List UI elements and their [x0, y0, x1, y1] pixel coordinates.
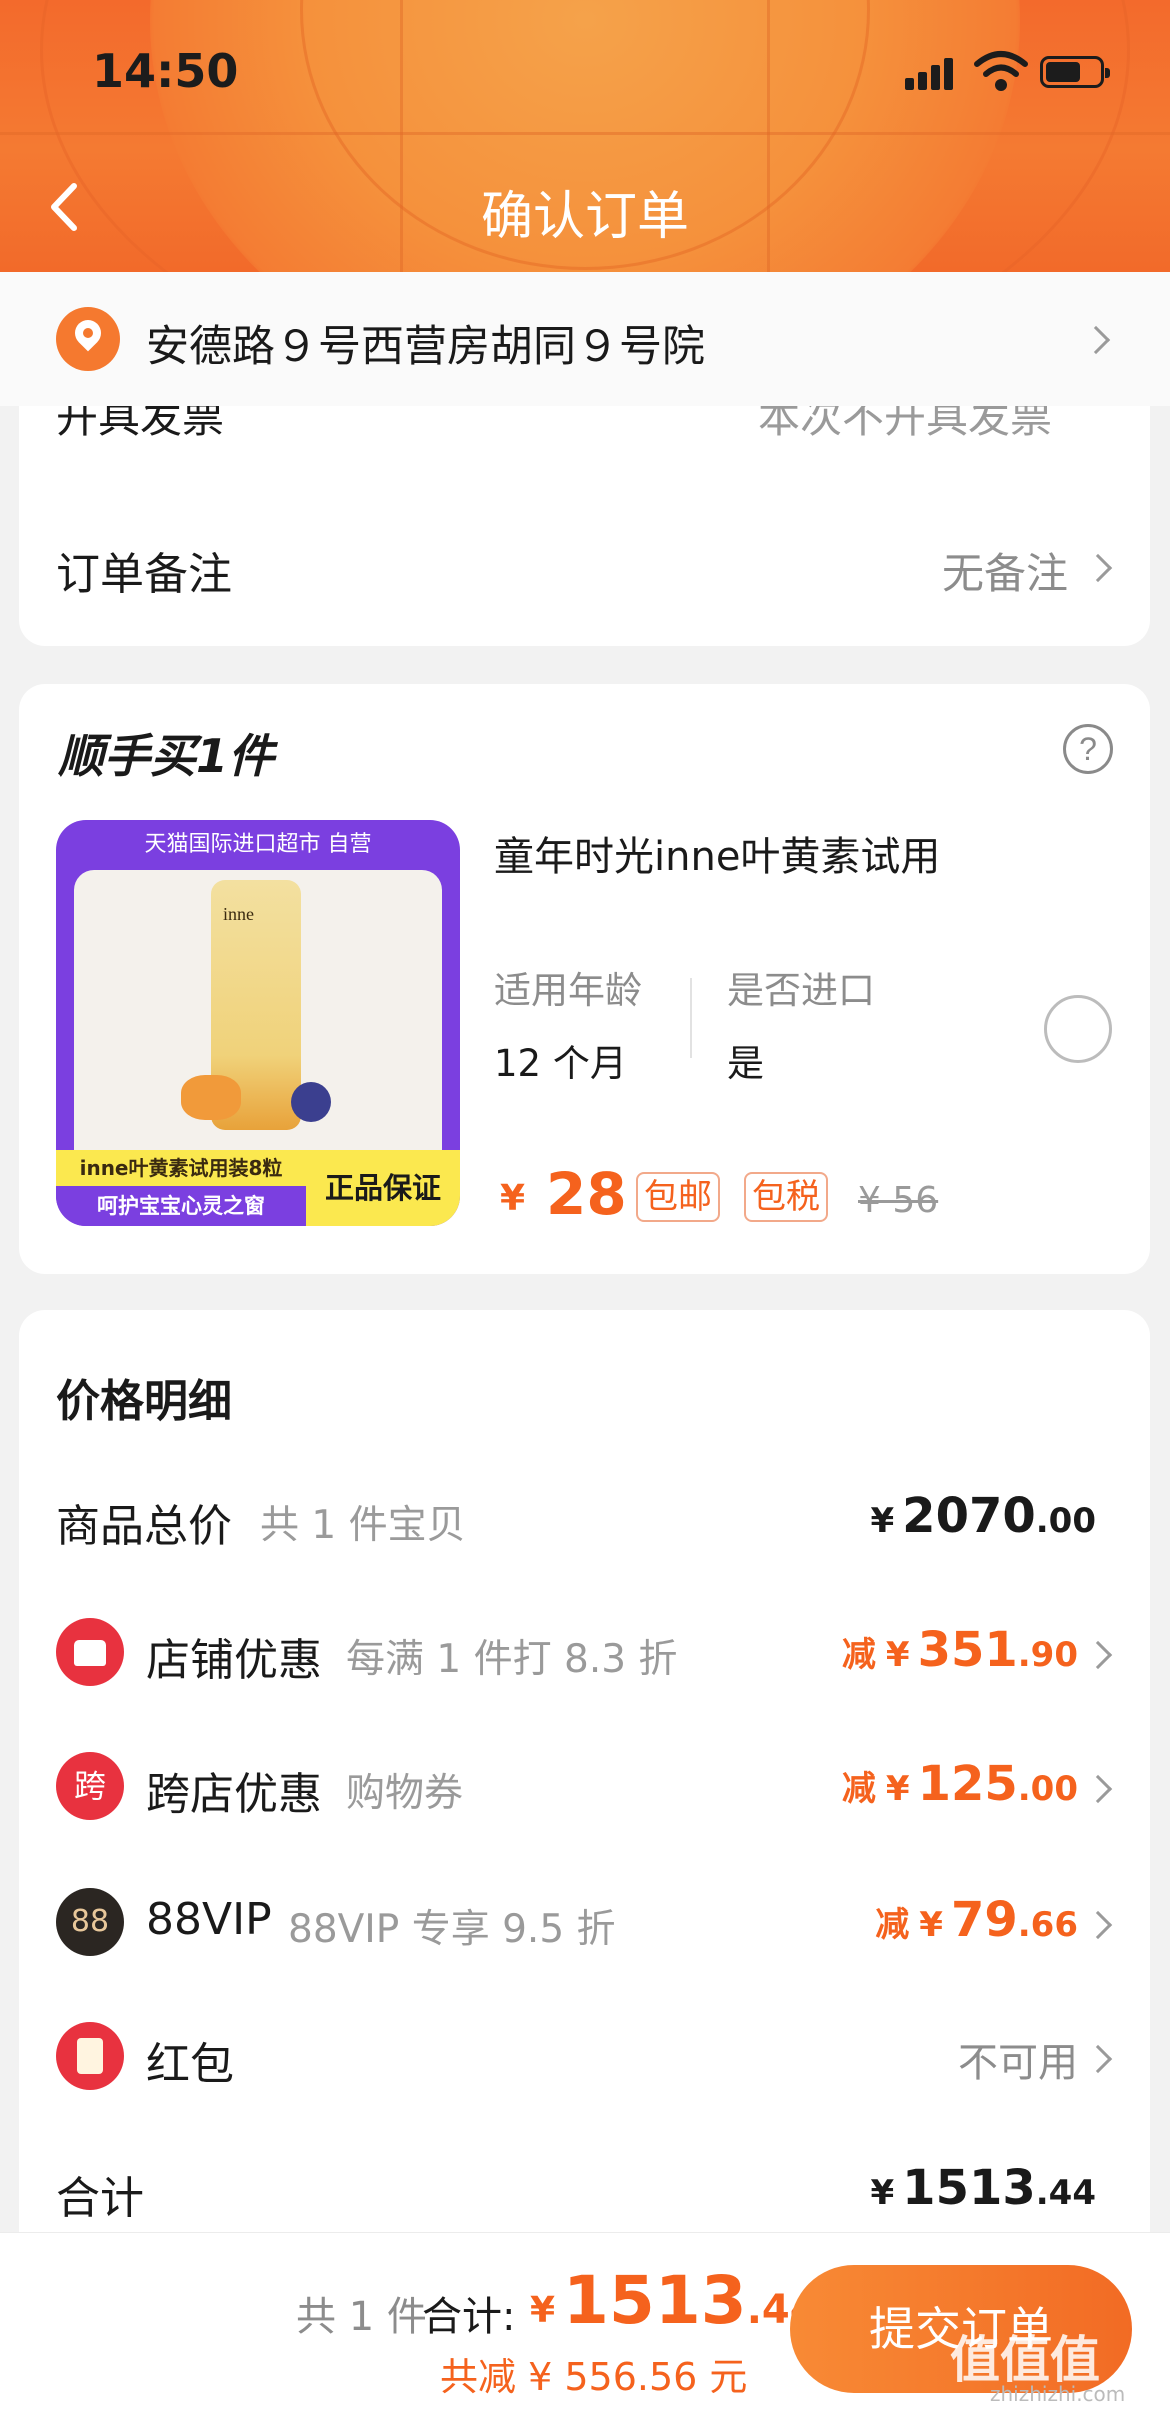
store-discount-sub: 每满 1 件打 8.3 折	[346, 1637, 678, 1682]
subtotal-amount: ¥1513.44	[870, 2160, 1097, 2216]
red-packet-icon	[56, 2022, 124, 2090]
goods-total-label: 商品总价	[56, 1501, 232, 1552]
status-time: 14:50	[92, 44, 239, 98]
attribute-label: 是否进口	[727, 969, 875, 1012]
item-count: 共 1 件	[296, 2294, 427, 2340]
price-detail-title: 价格明细	[56, 1376, 232, 1427]
store-icon	[56, 1618, 124, 1686]
page-title: 确认订单	[480, 187, 689, 247]
goods-total-amount: ¥2070.00	[870, 1488, 1097, 1544]
store-discount-amount[interactable]: 减 ¥351.90	[842, 1622, 1078, 1678]
red-packet-value[interactable]: 不可用	[958, 2030, 1078, 2088]
red-packet-label[interactable]: 红包	[146, 2028, 234, 2092]
cross-store-label[interactable]: 跨店优惠	[146, 1758, 322, 1822]
remark-value[interactable]: 无备注	[942, 540, 1068, 601]
subtotal-label: 合计	[56, 2173, 144, 2224]
select-radio[interactable]	[1044, 995, 1112, 1063]
cross-store-sub: 购物券	[346, 1771, 464, 1816]
help-icon[interactable]: ?	[1063, 724, 1113, 774]
vip-amount[interactable]: 减 ¥79.66	[875, 1892, 1078, 1948]
product-brand: inne	[223, 904, 254, 924]
product-image-banner: 天猫国际进口超市 自营	[144, 832, 372, 857]
total-amount: 1513.44	[563, 2262, 818, 2339]
total-label: 合计:	[422, 2294, 516, 2340]
remark-label[interactable]: 订单备注	[56, 538, 232, 602]
cellular-signal-icon	[905, 56, 957, 90]
location-pin-icon	[56, 307, 120, 371]
product-name[interactable]: 童年时光inne叶黄素试用	[494, 824, 940, 882]
vip-sub: 88VIP 专享 9.5 折	[288, 1907, 616, 1952]
vip-label[interactable]: 88VIP	[146, 1894, 272, 1945]
total-currency: ¥	[530, 2290, 556, 2331]
tax-included-tag: 包税	[744, 1172, 828, 1222]
watermark-url: zhizhizhi.com	[990, 2382, 1126, 2406]
blueberry-illustration	[291, 1082, 331, 1122]
store-discount-label[interactable]: 店铺优惠	[146, 1624, 322, 1688]
product-price: 28	[546, 1160, 627, 1228]
price-currency: ¥	[500, 1178, 526, 1219]
attribute-divider	[690, 978, 692, 1058]
vip-icon: 88	[56, 1888, 124, 1956]
product-image-tag: 正品保证	[306, 1150, 460, 1226]
total-discount: 共减 ¥ 556.56 元	[440, 2355, 748, 2399]
header-deco-line	[0, 132, 1170, 135]
gummy-illustration	[181, 1075, 241, 1120]
cross-store-amount[interactable]: 减 ¥125.00	[842, 1756, 1078, 1812]
battery-icon	[1040, 56, 1110, 88]
cross-store-icon: 跨	[56, 1752, 124, 1820]
free-shipping-tag: 包邮	[636, 1172, 720, 1222]
attribute-value: 12 个月	[494, 1042, 627, 1085]
addon-title: 顺手买1件	[58, 729, 275, 783]
goods-total-sub: 共 1 件宝贝	[260, 1503, 466, 1548]
product-image-tag: 呵护宝宝心灵之窗	[56, 1186, 306, 1226]
attribute-value: 是	[727, 1042, 764, 1085]
address-text: 安德路９号西营房胡同９号院	[146, 322, 705, 372]
attribute-label: 适用年龄	[494, 969, 642, 1012]
wifi-icon	[974, 51, 1028, 91]
product-image-tag: inne叶黄素试用装8粒	[56, 1150, 306, 1186]
product-image[interactable]: 天猫国际进口超市 自营 inne inne叶黄素试用装8粒 呵护宝宝心灵之窗 正…	[56, 820, 460, 1226]
original-price: ¥ 56	[858, 1180, 939, 1221]
